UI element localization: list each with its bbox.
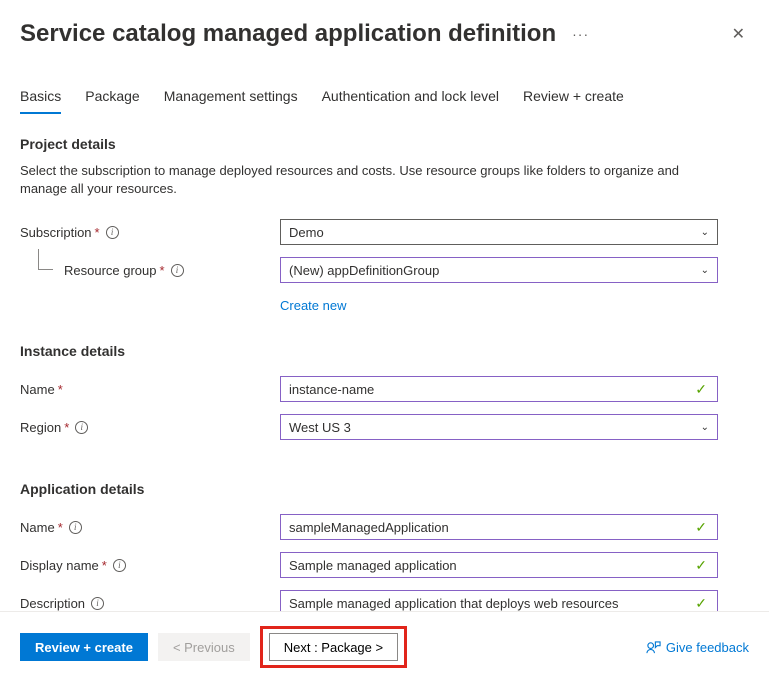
chevron-down-icon: ⌄ <box>701 422 709 433</box>
section-project-title: Project details <box>20 136 749 152</box>
required-asterisk: * <box>95 225 100 240</box>
instance-name-label: Name * <box>20 382 280 397</box>
required-asterisk: * <box>102 558 107 573</box>
section-app-title: Application details <box>20 481 749 497</box>
tab-review-create[interactable]: Review + create <box>523 88 624 114</box>
description-label: Description i <box>20 596 280 611</box>
app-name-input[interactable]: sampleManagedApplication ✓ <box>280 514 718 540</box>
review-create-button[interactable]: Review + create <box>20 633 148 661</box>
instance-name-value: instance-name <box>289 382 695 397</box>
info-icon[interactable]: i <box>75 421 88 434</box>
required-asterisk: * <box>160 263 165 278</box>
rg-value: (New) appDefinitionGroup <box>289 263 439 278</box>
display-name-value: Sample managed application <box>289 558 695 573</box>
info-icon[interactable]: i <box>171 264 184 277</box>
subscription-select[interactable]: Demo ⌄ <box>280 219 718 245</box>
check-icon: ✓ <box>695 557 707 574</box>
app-name-label-text: Name <box>20 520 55 535</box>
page-title: Service catalog managed application defi… <box>20 20 556 48</box>
feedback-icon <box>646 640 661 655</box>
tab-basics[interactable]: Basics <box>20 88 61 114</box>
close-icon[interactable]: ✕ <box>728 20 749 48</box>
display-name-input[interactable]: Sample managed application ✓ <box>280 552 718 578</box>
required-asterisk: * <box>64 420 69 435</box>
feedback-label: Give feedback <box>666 640 749 655</box>
tab-bar: Basics Package Management settings Authe… <box>20 88 749 114</box>
rg-label-text: Resource group <box>64 263 157 278</box>
region-select[interactable]: West US 3 ⌄ <box>280 414 718 440</box>
chevron-down-icon: ⌄ <box>701 227 709 238</box>
more-icon[interactable]: ··· <box>572 26 589 42</box>
check-icon: ✓ <box>695 595 707 612</box>
tab-auth-lock[interactable]: Authentication and lock level <box>322 88 499 114</box>
give-feedback-link[interactable]: Give feedback <box>646 640 749 655</box>
region-label: Region * i <box>20 420 280 435</box>
info-icon[interactable]: i <box>69 521 82 534</box>
app-name-label: Name * i <box>20 520 280 535</box>
required-asterisk: * <box>58 382 63 397</box>
description-label-text: Description <box>20 596 85 611</box>
footer-bar: Review + create < Previous Next : Packag… <box>0 611 769 682</box>
subscription-label: Subscription * i <box>20 225 280 240</box>
info-icon[interactable]: i <box>91 597 104 610</box>
check-icon: ✓ <box>695 519 707 536</box>
subscription-label-text: Subscription <box>20 225 92 240</box>
chevron-down-icon: ⌄ <box>701 265 709 276</box>
resource-group-select[interactable]: (New) appDefinitionGroup ⌄ <box>280 257 718 283</box>
tab-management-settings[interactable]: Management settings <box>164 88 298 114</box>
required-asterisk: * <box>58 520 63 535</box>
section-project-desc: Select the subscription to manage deploy… <box>20 162 700 198</box>
info-icon[interactable]: i <box>106 226 119 239</box>
display-name-label-text: Display name <box>20 558 99 573</box>
resource-group-label: Resource group * i <box>20 263 280 278</box>
tab-package[interactable]: Package <box>85 88 139 114</box>
instance-name-label-text: Name <box>20 382 55 397</box>
region-value: West US 3 <box>289 420 351 435</box>
info-icon[interactable]: i <box>113 559 126 572</box>
section-instance-title: Instance details <box>20 343 749 359</box>
app-name-value: sampleManagedApplication <box>289 520 695 535</box>
previous-button: < Previous <box>158 633 250 661</box>
subscription-value: Demo <box>289 225 324 240</box>
instance-name-input[interactable]: instance-name ✓ <box>280 376 718 402</box>
next-button[interactable]: Next : Package > <box>269 633 398 661</box>
next-button-highlight: Next : Package > <box>260 626 407 668</box>
create-new-link[interactable]: Create new <box>280 298 346 313</box>
description-value: Sample managed application that deploys … <box>289 596 695 611</box>
check-icon: ✓ <box>695 381 707 398</box>
region-label-text: Region <box>20 420 61 435</box>
display-name-label: Display name * i <box>20 558 280 573</box>
